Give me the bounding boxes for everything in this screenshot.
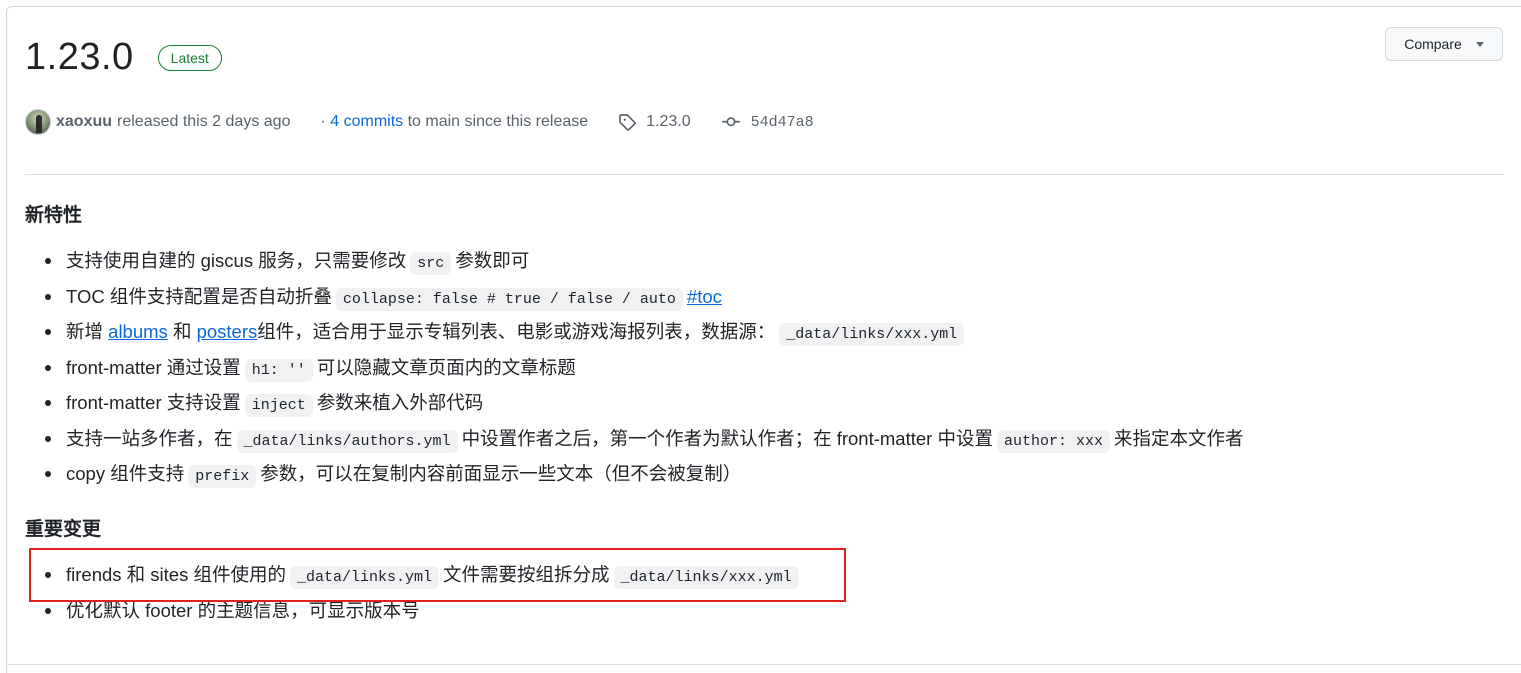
list-text: 来指定本文作者 bbox=[1113, 427, 1244, 449]
tag-link[interactable]: 1.23.0 bbox=[618, 113, 691, 131]
list-text: front-matter 通过设置 bbox=[66, 356, 241, 378]
albums-link[interactable]: albums bbox=[108, 321, 168, 342]
list-item: 新增 albums 和 posters组件，适合用于显示专辑列表、电影或游戏海报… bbox=[25, 314, 1244, 350]
commit-link[interactable]: 54d47a8 bbox=[721, 113, 814, 131]
inline-code: author: xxx bbox=[996, 429, 1110, 453]
list-text: 优化默认 footer 的主题信息，可显示版本号 bbox=[66, 599, 420, 621]
release-version-title[interactable]: 1.23.0 bbox=[25, 36, 134, 79]
breaking-list: firends 和 sites 组件使用的 _data/links.yml 文件需要… bbox=[25, 557, 803, 628]
list-item: front-matter 支持设置 inject 参数来植入外部代码 bbox=[25, 385, 1244, 421]
list-item: firends 和 sites 组件使用的 _data/links.yml 文件需要… bbox=[25, 557, 803, 593]
list-text: 新增 bbox=[66, 321, 104, 342]
commits-info: · 4 commits to main since this release bbox=[320, 113, 588, 131]
list-text: 参数，可以在复制内容前面显示一些文本（但不会被复制） bbox=[260, 463, 742, 484]
list-item: copy 组件支持 prefix 参数，可以在复制内容前面显示一些文本（但不会被复制… bbox=[25, 456, 1244, 492]
release-meta: xaoxuu released this 2 days ago · 4 comm… bbox=[25, 108, 814, 136]
compare-button-label: Compare bbox=[1404, 36, 1462, 52]
inline-code: _data/links/authors.yml bbox=[236, 429, 458, 453]
commits-suffix: to main since this release bbox=[407, 113, 589, 130]
inline-code: prefix bbox=[188, 465, 257, 488]
list-text: 可以隐藏文章页面内的文章标题 bbox=[316, 356, 576, 378]
card-bottom-divider bbox=[6, 664, 1521, 665]
features-list: 支持使用自建的 giscus 服务，只需要修改 src 参数即可 TOC 组件支持配… bbox=[25, 243, 1244, 492]
avatar[interactable] bbox=[25, 109, 51, 135]
toc-link[interactable]: #toc bbox=[687, 286, 722, 307]
list-text: front-matter 支持设置 bbox=[66, 392, 241, 413]
inline-code: _data/links/xxx.yml bbox=[613, 566, 799, 589]
tag-icon bbox=[619, 114, 636, 131]
list-item: 支持使用自建的 giscus 服务，只需要修改 src 参数即可 bbox=[25, 243, 1244, 279]
list-item: front-matter 通过设置 h1: '' 可以隐藏文章页面内的文章标题 bbox=[25, 350, 1244, 386]
list-text: 参数即可 bbox=[455, 250, 530, 271]
inline-code: h1: '' bbox=[244, 358, 313, 382]
separator-dot: · bbox=[320, 113, 326, 130]
posters-link[interactable]: posters bbox=[197, 321, 258, 342]
breaking-changes-heading: 重要变更 bbox=[25, 519, 102, 540]
list-text: 参数来植入外部代码 bbox=[316, 392, 484, 413]
git-commit-icon bbox=[721, 117, 740, 127]
list-item: 优化默认 footer 的主题信息，可显示版本号 bbox=[25, 593, 803, 629]
list-text: 支持一站多作者，在 bbox=[66, 427, 233, 449]
tag-label: 1.23.0 bbox=[646, 113, 691, 130]
release-header: 1.23.0 Latest bbox=[25, 36, 222, 79]
latest-badge: Latest bbox=[157, 44, 222, 71]
list-text: firends 和 sites 组件使用的 bbox=[66, 564, 286, 585]
divider bbox=[25, 174, 1504, 175]
released-text: released this 2 days ago bbox=[117, 113, 291, 130]
inline-code: collapse: false # true / false / auto bbox=[335, 287, 683, 311]
list-text: 中设置作者之后，第一个作者为默认作者；在 front-matter 中设置 bbox=[461, 427, 993, 449]
commits-link[interactable]: 4 commits bbox=[330, 113, 403, 130]
inline-code: src bbox=[410, 252, 452, 275]
list-text: copy 组件支持 bbox=[66, 463, 185, 484]
inline-code: _data/links/xxx.yml bbox=[779, 323, 965, 346]
inline-code: inject bbox=[244, 394, 313, 417]
author-link[interactable]: xaoxuu bbox=[56, 113, 112, 131]
list-text: 和 bbox=[172, 321, 192, 342]
compare-button[interactable]: Compare bbox=[1385, 27, 1503, 61]
features-heading: 新特性 bbox=[25, 205, 83, 226]
list-item: 支持一站多作者，在 _data/links/authors.yml 中设置作者之后，… bbox=[25, 421, 1244, 457]
list-text: 文件需要按组拆分成 bbox=[443, 564, 610, 585]
list-item: TOC 组件支持配置是否自动折叠 collapse: false # true /… bbox=[25, 279, 1244, 315]
list-text: 组件，适合用于显示专辑列表、电影或游戏海报列表，数据源： bbox=[257, 321, 776, 342]
list-text: TOC 组件支持配置是否自动折叠 bbox=[66, 285, 332, 307]
caret-down-icon bbox=[1475, 41, 1484, 47]
inline-code: _data/links.yml bbox=[290, 566, 440, 589]
commit-sha: 54d47a8 bbox=[750, 113, 814, 131]
list-text: 支持使用自建的 giscus 服务，只需要修改 bbox=[66, 250, 407, 271]
